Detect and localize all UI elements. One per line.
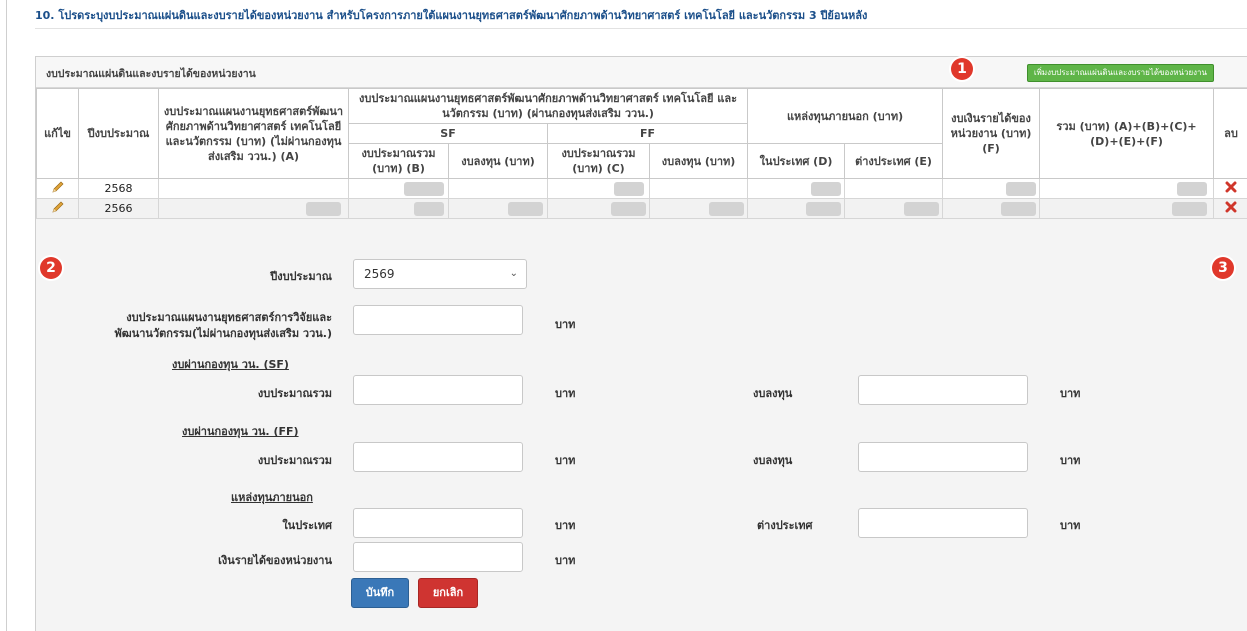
- col-a-header: งบประมาณแผนงานยุทธศาสตร์พัฒนาศักยภาพด้าน…: [158, 88, 349, 179]
- pencil-icon[interactable]: [51, 200, 65, 214]
- pencil-icon[interactable]: [51, 180, 65, 194]
- annotation-badge-3: 3: [1212, 257, 1234, 279]
- col-sf-invest-header: งบลงทุน (บาท): [448, 143, 548, 179]
- chevron-down-icon: ⌄: [509, 268, 518, 279]
- domestic-label: ในประเทศ: [282, 519, 332, 532]
- page-left-border: [6, 0, 7, 631]
- sf-total-label: งบประมาณรวม: [257, 387, 332, 400]
- strategy-label-line2: พัฒนานวัตกรรม(ไม่ผ่านกองทุนส่งเสริม ววน.…: [114, 327, 332, 340]
- col-income-header: งบเงินรายได้ของหน่วยงาน (บาท) (F): [942, 88, 1041, 179]
- ff-invest-unit: บาท: [1060, 454, 1081, 467]
- sf-heading: งบผ่านกองทุน วน. (SF): [172, 358, 289, 371]
- col-ff-header: FF: [546, 123, 749, 144]
- col-stp-header: งบประมาณแผนงานยุทธศาสตร์พัฒนาศักยภาพด้าน…: [347, 88, 749, 124]
- ff-total-unit: บาท: [555, 454, 576, 467]
- cell-redacted: [648, 178, 749, 199]
- row-year: 2568: [78, 178, 159, 199]
- cell-redacted: [844, 178, 944, 199]
- section-title: 10. โปรดระบุงบประมาณแผ่นดินและงบรายได้ขอ…: [35, 9, 868, 22]
- external-heading: แหล่งทุนภายนอก: [231, 491, 313, 504]
- col-sf-total-header: งบประมาณรวม (บาท) (B): [348, 143, 449, 179]
- col-external-header: แหล่งทุนภายนอก (บาท): [747, 88, 944, 144]
- strategy-budget-input[interactable]: [353, 305, 523, 335]
- domestic-input[interactable]: [353, 508, 523, 538]
- cell-redacted: [1039, 198, 1215, 219]
- delete-icon[interactable]: [1225, 181, 1237, 193]
- cell-redacted: [448, 198, 548, 219]
- ff-total-label: งบประมาณรวม: [257, 454, 332, 467]
- col-foreign-header: ต่างประเทศ (E): [844, 143, 944, 179]
- year-select[interactable]: 2569 ⌄: [353, 259, 527, 289]
- cell-redacted: [648, 198, 749, 219]
- cell-redacted: [158, 198, 349, 219]
- cell-redacted: [348, 198, 449, 219]
- ff-invest-input[interactable]: [858, 442, 1028, 472]
- col-sf-header: SF: [348, 123, 548, 144]
- year-select-value: 2569: [364, 267, 395, 281]
- cell-redacted: [448, 178, 548, 199]
- cell-redacted: [547, 198, 650, 219]
- col-delete-header: ลบ: [1213, 88, 1247, 179]
- col-sum-header: รวม (บาท) (A)+(B)+(C)+(D)+(E)+(F): [1039, 88, 1215, 179]
- budget-panel: งบประมาณแผ่นดินและงบรายได้ของหน่วยงาน เพ…: [35, 56, 1247, 631]
- panel-title: งบประมาณแผ่นดินและงบรายได้ของหน่วยงาน: [46, 68, 256, 80]
- cancel-button[interactable]: ยกเลิก: [418, 578, 478, 608]
- ff-invest-label: งบลงทุน: [753, 454, 793, 467]
- foreign-label: ต่างประเทศ: [757, 519, 813, 532]
- annotation-badge-1: 1: [951, 58, 973, 80]
- cell-redacted: [747, 198, 846, 219]
- cell-redacted: [1039, 178, 1215, 199]
- income-input[interactable]: [353, 542, 523, 572]
- delete-icon[interactable]: [1225, 201, 1237, 213]
- col-ff-invest-header: งบลงทุน (บาท): [648, 143, 749, 179]
- budget-table: แก้ไข ปีงบประมาณ งบประมาณแผนงานยุทธศาสตร…: [36, 88, 1247, 219]
- cell-redacted: [348, 178, 449, 199]
- sf-total-input[interactable]: [353, 375, 523, 405]
- foreign-unit: บาท: [1060, 519, 1081, 532]
- cell-redacted: [547, 178, 650, 199]
- table-row: 2566: [36, 198, 1247, 219]
- cell-redacted: [158, 178, 349, 199]
- cell-redacted: [747, 178, 846, 199]
- strategy-unit: บาท: [555, 318, 576, 331]
- cell-redacted: [942, 198, 1041, 219]
- col-edit-header: แก้ไข: [36, 88, 79, 179]
- table-row: 2568: [36, 178, 1247, 199]
- title-divider: [35, 28, 1247, 29]
- col-ff-total-header: งบประมาณรวม (บาท) (C): [547, 143, 650, 179]
- income-unit: บาท: [555, 554, 576, 567]
- save-button[interactable]: บันทึก: [351, 578, 409, 608]
- panel-header: งบประมาณแผ่นดินและงบรายได้ของหน่วยงาน เพ…: [36, 57, 1247, 88]
- row-year: 2566: [78, 198, 159, 219]
- year-label: ปีงบประมาณ: [270, 270, 332, 283]
- cell-redacted: [844, 198, 944, 219]
- foreign-input[interactable]: [858, 508, 1028, 538]
- sf-total-unit: บาท: [555, 387, 576, 400]
- sf-invest-label: งบลงทุน: [753, 387, 793, 400]
- col-domestic-header: ในประเทศ (D): [747, 143, 846, 179]
- domestic-unit: บาท: [555, 519, 576, 532]
- ff-total-input[interactable]: [353, 442, 523, 472]
- ff-heading: งบผ่านกองทุน วน. (FF): [182, 425, 299, 438]
- income-label: เงินรายได้ของหน่วยงาน: [218, 554, 332, 567]
- sf-invest-input[interactable]: [858, 375, 1028, 405]
- cell-redacted: [942, 178, 1041, 199]
- col-year-header: ปีงบประมาณ: [78, 88, 159, 179]
- add-budget-button[interactable]: เพิ่มงบประมาณแผ่นดินและงบรายได้ของหน่วยง…: [1026, 64, 1214, 82]
- annotation-badge-2: 2: [40, 257, 62, 279]
- sf-invest-unit: บาท: [1060, 387, 1081, 400]
